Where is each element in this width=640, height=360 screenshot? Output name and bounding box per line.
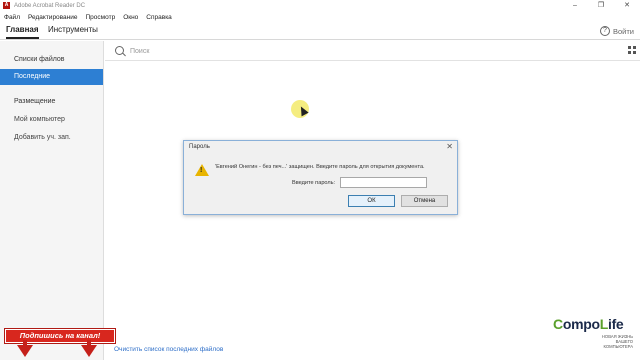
sidebar-item-recent[interactable]: Последние [0,69,103,85]
menu-view[interactable]: Просмотр [86,14,116,21]
search-icon [115,46,124,55]
compolife-logo: CompoLife НОВАЯ ЖИЗНЬ ВАШЕГО КОМПЬЮТЕРА [553,316,633,350]
menu-bar: Файл Редактирование Просмотр Окно Справк… [0,11,640,23]
dialog-message: 'Евгений Онегин - без печ...' защищен. В… [215,164,425,170]
close-window-button[interactable]: ✕ [614,0,640,11]
sign-in-link[interactable]: Войти [613,27,634,36]
ok-button[interactable]: ОК [348,195,395,207]
arrow-down-icon [81,340,97,357]
warning-mark: ! [200,167,203,174]
cancel-button[interactable]: Отмена [401,195,448,207]
window-controls: – ❐ ✕ [562,0,640,11]
search-input[interactable] [130,46,430,56]
dialog-title: Пароль [189,144,210,150]
sidebar-heading-files: Списки файлов [14,56,65,63]
subscribe-banner: Подпишись на канал! [5,329,115,343]
menu-edit[interactable]: Редактирование [28,14,78,21]
tab-bar: Главная Инструменты ? Войти [0,23,640,40]
arrow-down-icon [17,340,33,357]
title-bar: A Adobe Acrobat Reader DC – ❐ ✕ [0,0,640,11]
menu-help[interactable]: Справка [146,14,172,21]
search-bar [105,41,640,61]
tab-home[interactable]: Главная [6,25,39,39]
clear-recent-link[interactable]: Очистить список последних файлов [114,346,223,353]
sidebar-item-my-computer[interactable]: Мой компьютер [0,112,103,128]
tab-tools[interactable]: Инструменты [48,25,98,34]
password-label: Введите пароль: [292,180,336,186]
menu-file[interactable]: Файл [4,14,20,21]
menu-window[interactable]: Окно [123,14,138,21]
sidebar-item-add-account[interactable]: Добавить уч. зап. [0,130,103,146]
logo-tagline: НОВАЯ ЖИЗНЬ ВАШЕГО КОМПЬЮТЕРА [601,334,633,349]
sidebar: Списки файлов Последние Размещение Мой к… [0,41,104,360]
password-field[interactable] [340,177,427,188]
grid-view-icon[interactable] [628,46,636,54]
maximize-button[interactable]: ❐ [588,0,614,11]
acrobat-app-icon: A [3,2,10,9]
window-title: Adobe Acrobat Reader DC [14,2,86,9]
password-dialog: Пароль ✕ ! 'Евгений Онегин - без печ...'… [183,140,458,215]
minimize-button[interactable]: – [562,0,588,11]
sidebar-heading-storage: Размещение [14,98,56,105]
logo-wordmark: CompoLife [553,316,624,332]
help-icon[interactable]: ? [600,26,610,36]
dialog-close-icon[interactable]: ✕ [446,142,453,151]
dialog-body: ! 'Евгений Онегин - без печ...' защищен.… [185,155,456,214]
